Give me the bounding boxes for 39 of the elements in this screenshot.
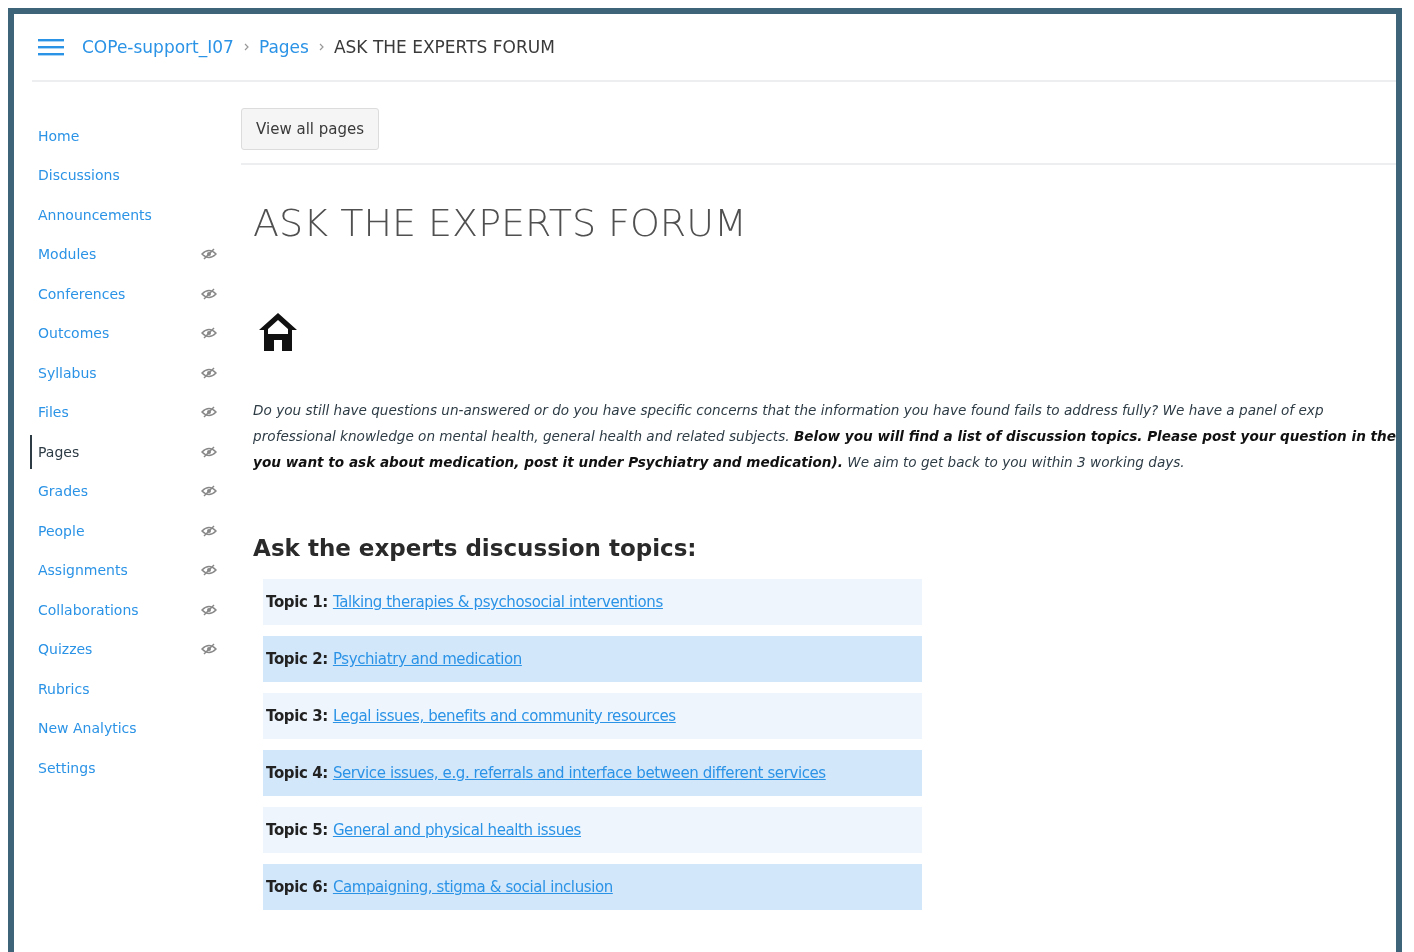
topic-link[interactable]: General and physical health issues [332, 821, 581, 839]
topic-link[interactable]: Legal issues, benefits and community resources [332, 707, 676, 725]
sidebar-item[interactable]: Conferences [30, 276, 176, 311]
sidebar-item[interactable]: Files [30, 395, 176, 430]
topics-heading: Ask the experts discussion topics: [253, 535, 698, 561]
sidebar-item[interactable]: Modules [30, 237, 176, 272]
sidebar-item[interactable]: Syllabus [30, 355, 176, 390]
sidebar-item[interactable]: Discussions [30, 158, 176, 193]
sidebar-item[interactable]: Settings [30, 750, 176, 785]
sidebar-item[interactable]: Announcements [30, 197, 176, 232]
topic-link[interactable]: Psychiatry and medication [332, 650, 522, 668]
topic-label: Topic 5: [266, 821, 328, 839]
topic-label: Topic 3: [266, 707, 328, 725]
topic-link[interactable]: Talking therapies & psychosocial interventions [332, 593, 663, 611]
sidebar-item[interactable]: Rubrics [30, 671, 176, 706]
breadcrumb-link[interactable]: Pages [258, 37, 309, 57]
page-title: ASK THE EXPERTS FORUM [253, 201, 748, 245]
chevron-icon [318, 43, 324, 51]
topic-link[interactable]: Service issues, e.g. referrals and interface between different services [332, 764, 826, 782]
view-all-pages-button[interactable]: View all pages [241, 108, 380, 150]
topic-link[interactable]: Campaigning, stigma & social inclusion [332, 878, 613, 896]
breadcrumb-link[interactable]: COPe-support_I07 [82, 37, 234, 57]
sidebar-item[interactable]: Collaborations [30, 592, 176, 627]
sidebar-item[interactable]: New Analytics [30, 711, 176, 746]
sidebar-item[interactable]: Quizzes [30, 632, 176, 667]
breadcrumb-current: ASK THE EXPERTS FORUM [333, 37, 555, 57]
sidebar-item[interactable]: Home [30, 118, 176, 153]
sidebar-item[interactable]: People [30, 513, 176, 548]
sidebar-item[interactable]: Outcomes [30, 316, 176, 351]
topic-label: Topic 4: [266, 764, 328, 782]
topic-label: Topic 2: [266, 650, 328, 668]
intro-paragraph: Do you still have questions un-answered or do you have specific concerns that the information you have found fails to address fully? We have a panel of exp professional knowledge on mental health, general health and related subjects. Below you will find a list of discussion topics. Please post your question in the you want to ask about medication, post it under Psychiatry and medication). We aim to get back to you within 3 working days. [253, 401, 1396, 472]
topic-label: Topic 1: [266, 593, 328, 611]
sidebar-item[interactable]: Pages [30, 434, 176, 469]
chevron-icon [243, 43, 249, 51]
sidebar-item[interactable]: Assignments [30, 553, 176, 588]
sidebar-item[interactable]: Grades [30, 474, 176, 509]
menu-icon[interactable] [38, 38, 64, 56]
topic-label: Topic 6: [266, 878, 328, 896]
